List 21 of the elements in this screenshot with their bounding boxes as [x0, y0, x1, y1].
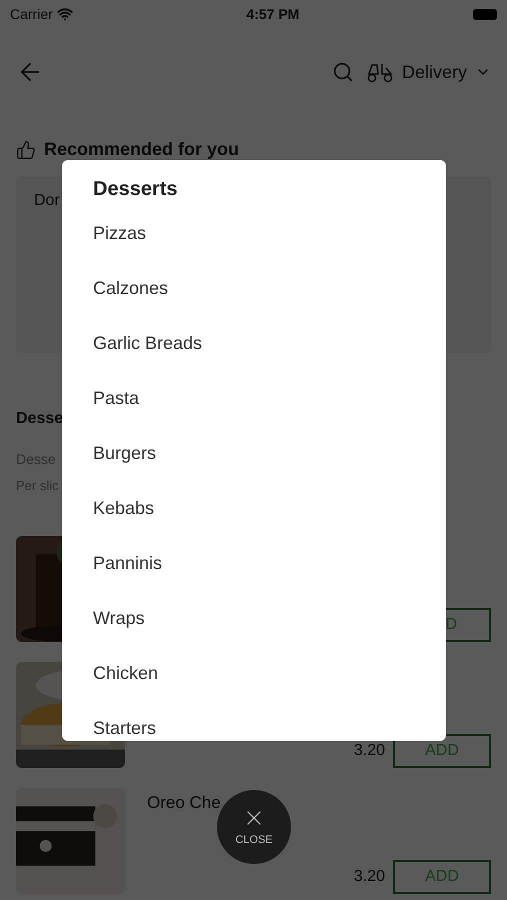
menu-item[interactable]: Wraps [93, 605, 415, 660]
menu-item[interactable]: Panninis [93, 550, 415, 605]
menu-title: Desserts [93, 177, 179, 202]
wifi-icon [56, 6, 73, 22]
section-title: Recommended for you [44, 138, 240, 161]
item-price: 3.20 [354, 740, 385, 760]
card-text: Dor [34, 192, 60, 209]
status-time: 4:57 PM [246, 4, 300, 24]
item-price: 3.20 [354, 866, 385, 886]
menu-item[interactable]: Kebabs [93, 495, 415, 550]
category-title: Desse [16, 409, 64, 429]
battery-icon [472, 8, 497, 20]
carrier-label: Carrier [10, 4, 53, 24]
menu-item[interactable]: Pizzas [93, 220, 415, 275]
menu-item[interactable]: Garlic Breads [93, 330, 415, 385]
menu-item[interactable]: Burgers [93, 440, 415, 495]
menu-item[interactable]: Chicken [93, 660, 415, 715]
menu-item[interactable]: Calzones [93, 275, 415, 330]
search-icon[interactable] [332, 61, 354, 83]
thumbs-up-icon [16, 140, 36, 160]
menu-item[interactable]: Pasta [93, 385, 415, 440]
